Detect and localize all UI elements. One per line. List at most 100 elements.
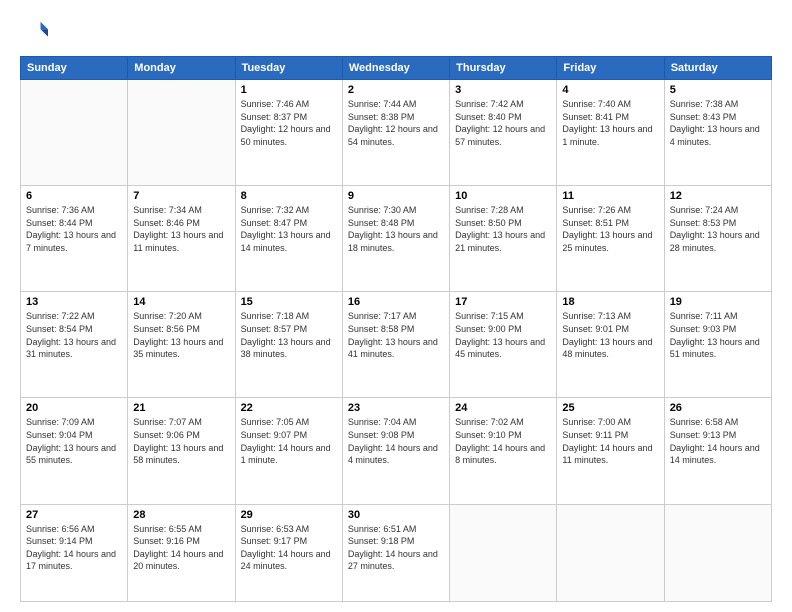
day-cell: 28 Sunrise: 6:55 AM Sunset: 9:16 PM Dayli…: [128, 504, 235, 601]
day-cell: 1 Sunrise: 7:46 AM Sunset: 8:37 PM Daylig…: [235, 80, 342, 186]
day-info: Sunrise: 7:46 AM Sunset: 8:37 PM Dayligh…: [241, 98, 337, 148]
weekday-header-sunday: Sunday: [21, 57, 128, 80]
weekday-header-saturday: Saturday: [664, 57, 771, 80]
day-number: 3: [455, 84, 551, 96]
day-number: 21: [133, 402, 229, 414]
day-number: 26: [670, 402, 766, 414]
weekday-header-friday: Friday: [557, 57, 664, 80]
week-row-5: 27 Sunrise: 6:56 AM Sunset: 9:14 PM Dayli…: [21, 504, 772, 601]
day-cell: 6Sunrise: 7:36 AM Sunset: 8:44 PM Daylig…: [21, 186, 128, 292]
day-cell: 22 Sunrise: 7:05 AM Sunset: 9:07 PM Dayli…: [235, 398, 342, 504]
day-info: Sunrise: 6:56 AM Sunset: 9:14 PM Dayligh…: [26, 523, 122, 573]
day-info: Sunrise: 7:28 AM Sunset: 8:50 PM Dayligh…: [455, 204, 551, 254]
day-number: 19: [670, 296, 766, 308]
day-cell: 20 Sunrise: 7:09 AM Sunset: 9:04 PM Dayli…: [21, 398, 128, 504]
day-info: Sunrise: 7:20 AM Sunset: 8:56 PM Dayligh…: [133, 310, 229, 360]
day-info: Sunrise: 7:05 AM Sunset: 9:07 PM Dayligh…: [241, 416, 337, 466]
day-cell: 8Sunrise: 7:32 AM Sunset: 8:47 PM Daylig…: [235, 186, 342, 292]
day-cell: [128, 80, 235, 186]
day-cell: 14Sunrise: 7:20 AM Sunset: 8:56 PM Dayli…: [128, 292, 235, 398]
day-info: Sunrise: 7:22 AM Sunset: 8:54 PM Dayligh…: [26, 310, 122, 360]
day-number: 27: [26, 509, 122, 521]
day-cell: 25 Sunrise: 7:00 AM Sunset: 9:11 PM Dayli…: [557, 398, 664, 504]
day-cell: [557, 504, 664, 601]
day-cell: 29 Sunrise: 6:53 AM Sunset: 9:17 PM Dayli…: [235, 504, 342, 601]
day-cell: 17 Sunrise: 7:15 AM Sunset: 9:00 PM Dayli…: [450, 292, 557, 398]
day-number: 1: [241, 84, 337, 96]
day-cell: [450, 504, 557, 601]
day-number: 25: [562, 402, 658, 414]
day-info: Sunrise: 6:51 AM Sunset: 9:18 PM Dayligh…: [348, 523, 444, 573]
day-info: Sunrise: 7:34 AM Sunset: 8:46 PM Dayligh…: [133, 204, 229, 254]
header: [20, 18, 772, 46]
week-row-3: 13Sunrise: 7:22 AM Sunset: 8:54 PM Dayli…: [21, 292, 772, 398]
day-cell: 26 Sunrise: 6:58 AM Sunset: 9:13 PM Dayli…: [664, 398, 771, 504]
day-cell: 18 Sunrise: 7:13 AM Sunset: 9:01 PM Dayli…: [557, 292, 664, 398]
weekday-header-row: SundayMondayTuesdayWednesdayThursdayFrid…: [21, 57, 772, 80]
day-info: Sunrise: 7:24 AM Sunset: 8:53 PM Dayligh…: [670, 204, 766, 254]
day-number: 28: [133, 509, 229, 521]
day-info: Sunrise: 7:42 AM Sunset: 8:40 PM Dayligh…: [455, 98, 551, 148]
week-row-1: 1 Sunrise: 7:46 AM Sunset: 8:37 PM Daylig…: [21, 80, 772, 186]
weekday-header-thursday: Thursday: [450, 57, 557, 80]
day-cell: 15 Sunrise: 7:18 AM Sunset: 8:57 PM Dayli…: [235, 292, 342, 398]
day-info: Sunrise: 7:18 AM Sunset: 8:57 PM Dayligh…: [241, 310, 337, 360]
day-info: Sunrise: 7:30 AM Sunset: 8:48 PM Dayligh…: [348, 204, 444, 254]
day-number: 18: [562, 296, 658, 308]
day-cell: 12 Sunrise: 7:24 AM Sunset: 8:53 PM Dayli…: [664, 186, 771, 292]
day-info: Sunrise: 7:44 AM Sunset: 8:38 PM Dayligh…: [348, 98, 444, 148]
day-cell: 10Sunrise: 7:28 AM Sunset: 8:50 PM Dayli…: [450, 186, 557, 292]
day-number: 9: [348, 190, 444, 202]
day-info: Sunrise: 7:04 AM Sunset: 9:08 PM Dayligh…: [348, 416, 444, 466]
day-cell: 21 Sunrise: 7:07 AM Sunset: 9:06 PM Dayli…: [128, 398, 235, 504]
day-info: Sunrise: 7:11 AM Sunset: 9:03 PM Dayligh…: [670, 310, 766, 360]
day-number: 16: [348, 296, 444, 308]
day-info: Sunrise: 7:40 AM Sunset: 8:41 PM Dayligh…: [562, 98, 658, 148]
day-number: 11: [562, 190, 658, 202]
weekday-header-wednesday: Wednesday: [342, 57, 449, 80]
day-cell: 5Sunrise: 7:38 AM Sunset: 8:43 PM Daylig…: [664, 80, 771, 186]
day-cell: 7 Sunrise: 7:34 AM Sunset: 8:46 PM Daylig…: [128, 186, 235, 292]
day-info: Sunrise: 7:17 AM Sunset: 8:58 PM Dayligh…: [348, 310, 444, 360]
day-cell: 30 Sunrise: 6:51 AM Sunset: 9:18 PM Dayli…: [342, 504, 449, 601]
day-cell: 2 Sunrise: 7:44 AM Sunset: 8:38 PM Daylig…: [342, 80, 449, 186]
day-number: 29: [241, 509, 337, 521]
day-info: Sunrise: 7:15 AM Sunset: 9:00 PM Dayligh…: [455, 310, 551, 360]
day-number: 20: [26, 402, 122, 414]
day-info: Sunrise: 7:02 AM Sunset: 9:10 PM Dayligh…: [455, 416, 551, 466]
day-info: Sunrise: 7:00 AM Sunset: 9:11 PM Dayligh…: [562, 416, 658, 466]
page: SundayMondayTuesdayWednesdayThursdayFrid…: [0, 0, 792, 612]
day-number: 30: [348, 509, 444, 521]
day-number: 22: [241, 402, 337, 414]
day-cell: 9 Sunrise: 7:30 AM Sunset: 8:48 PM Daylig…: [342, 186, 449, 292]
day-number: 2: [348, 84, 444, 96]
day-info: Sunrise: 7:07 AM Sunset: 9:06 PM Dayligh…: [133, 416, 229, 466]
day-number: 8: [241, 190, 337, 202]
week-row-2: 6Sunrise: 7:36 AM Sunset: 8:44 PM Daylig…: [21, 186, 772, 292]
day-cell: 13Sunrise: 7:22 AM Sunset: 8:54 PM Dayli…: [21, 292, 128, 398]
weekday-header-monday: Monday: [128, 57, 235, 80]
day-info: Sunrise: 6:53 AM Sunset: 9:17 PM Dayligh…: [241, 523, 337, 573]
day-info: Sunrise: 7:13 AM Sunset: 9:01 PM Dayligh…: [562, 310, 658, 360]
day-cell: 24 Sunrise: 7:02 AM Sunset: 9:10 PM Dayli…: [450, 398, 557, 504]
day-number: 24: [455, 402, 551, 414]
day-info: Sunrise: 6:58 AM Sunset: 9:13 PM Dayligh…: [670, 416, 766, 466]
day-number: 4: [562, 84, 658, 96]
day-number: 7: [133, 190, 229, 202]
day-number: 5: [670, 84, 766, 96]
calendar-table: SundayMondayTuesdayWednesdayThursdayFrid…: [20, 56, 772, 602]
day-cell: 19 Sunrise: 7:11 AM Sunset: 9:03 PM Dayli…: [664, 292, 771, 398]
day-cell: [664, 504, 771, 601]
week-row-4: 20 Sunrise: 7:09 AM Sunset: 9:04 PM Dayli…: [21, 398, 772, 504]
day-cell: 16 Sunrise: 7:17 AM Sunset: 8:58 PM Dayli…: [342, 292, 449, 398]
day-info: Sunrise: 7:09 AM Sunset: 9:04 PM Dayligh…: [26, 416, 122, 466]
day-info: Sunrise: 6:55 AM Sunset: 9:16 PM Dayligh…: [133, 523, 229, 573]
day-number: 17: [455, 296, 551, 308]
day-number: 6: [26, 190, 122, 202]
logo: [20, 18, 52, 46]
day-number: 15: [241, 296, 337, 308]
weekday-header-tuesday: Tuesday: [235, 57, 342, 80]
day-number: 12: [670, 190, 766, 202]
day-cell: 23Sunrise: 7:04 AM Sunset: 9:08 PM Dayli…: [342, 398, 449, 504]
day-cell: [21, 80, 128, 186]
